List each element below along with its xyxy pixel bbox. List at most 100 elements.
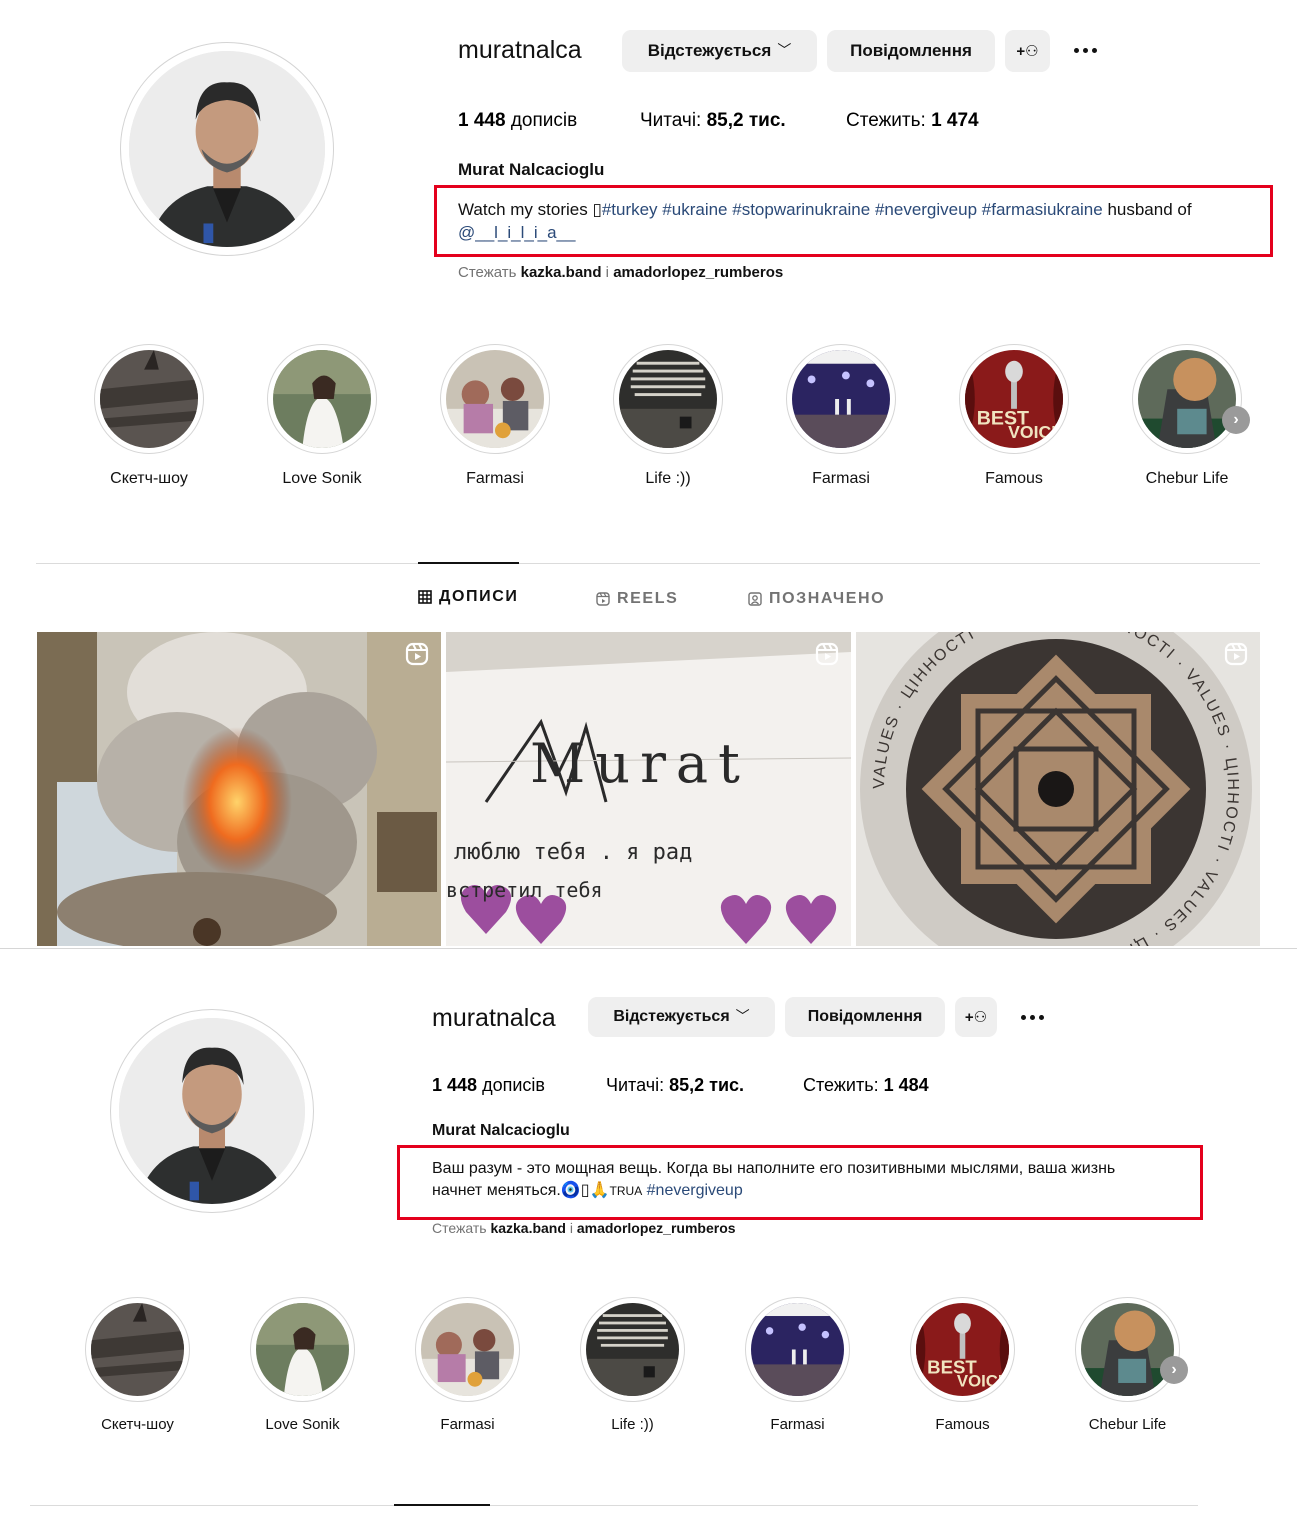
posts-stat: 1 448 дописів bbox=[458, 110, 577, 132]
tab-posts[interactable]: ДОПИСИ bbox=[418, 588, 519, 606]
profile-username: muratnalca bbox=[458, 36, 582, 64]
story-highlight[interactable]: BEST VOICE Famous bbox=[959, 344, 1069, 504]
story-highlight-label: Life :)) bbox=[645, 470, 691, 487]
more-options-button[interactable] bbox=[1074, 48, 1097, 53]
bio-text: начнет меняться. bbox=[432, 1182, 561, 1199]
hashtag-link[interactable]: #farmasiukraine bbox=[982, 200, 1103, 219]
hashtag-link[interactable]: #turkey bbox=[602, 200, 658, 219]
highlight-cover bbox=[446, 350, 544, 448]
add-user-button[interactable]: +⚇ bbox=[955, 997, 997, 1037]
story-highlight-label: Chebur Life bbox=[1145, 470, 1229, 487]
story-highlight-label: Скетч-шоу bbox=[110, 470, 188, 487]
highlight-cover bbox=[256, 1303, 349, 1396]
profile-screenshot-before: muratnalca Відстежується ﹀ Повідомлення +… bbox=[0, 0, 1297, 948]
followed-by-sep: і bbox=[605, 264, 610, 281]
mention-link[interactable]: @__l_i_l_i_a__ bbox=[458, 223, 575, 242]
following-label: Стежить: bbox=[803, 1075, 879, 1095]
person-plus-icon: +⚇ bbox=[1016, 43, 1039, 60]
add-user-button[interactable]: +⚇ bbox=[1005, 30, 1050, 72]
story-highlight-label: Farmasi bbox=[770, 1416, 825, 1433]
story-highlight-label: Farmasi bbox=[466, 470, 524, 487]
active-tab-indicator bbox=[394, 1504, 490, 1506]
message-button-label: Повідомлення bbox=[850, 41, 972, 60]
handwriting-line: встретил тебя bbox=[446, 878, 603, 902]
posts-stat: 1 448 дописів bbox=[432, 1075, 545, 1096]
tab-divider bbox=[30, 1505, 1198, 1506]
hashtag-link[interactable]: #stopwarinukraine bbox=[732, 200, 870, 219]
bio-text: husband of bbox=[1102, 200, 1192, 219]
story-highlight-label: Love Sonik bbox=[265, 1416, 340, 1433]
more-dot-icon bbox=[1083, 48, 1088, 53]
follower-link[interactable]: kazka.band bbox=[521, 264, 602, 281]
story-highlight[interactable]: Farmasi bbox=[415, 1297, 520, 1452]
message-button[interactable]: Повідомлення bbox=[785, 997, 945, 1037]
more-dot-icon bbox=[1074, 48, 1079, 53]
bio-small-text: TRUA bbox=[609, 1184, 643, 1198]
story-highlight-label: Скетч-шоу bbox=[101, 1416, 174, 1433]
profile-username: muratnalca bbox=[432, 1004, 556, 1032]
next-arrow-icon[interactable]: › bbox=[1222, 406, 1250, 434]
story-highlight[interactable]: Life :)) bbox=[580, 1297, 685, 1452]
story-highlight[interactable]: Скетч-шоу bbox=[85, 1297, 190, 1452]
following-count: 1 474 bbox=[931, 110, 979, 131]
followers-stat[interactable]: Читачі: 85,2 тис. bbox=[606, 1075, 744, 1096]
chevron-down-icon: ﹀ bbox=[777, 42, 792, 58]
story-highlight[interactable]: BEST VOICE Famous bbox=[910, 1297, 1015, 1452]
bio-text: Ваш разум - это мощная вещь. Когда вы на… bbox=[432, 1160, 1116, 1177]
svg-text:VOICE: VOICE bbox=[1008, 422, 1063, 442]
following-stat[interactable]: Стежить: 1 484 bbox=[803, 1075, 929, 1096]
tab-divider bbox=[36, 563, 1260, 564]
message-button[interactable]: Повідомлення bbox=[827, 30, 995, 72]
story-highlight[interactable]: Farmasi bbox=[745, 1297, 850, 1452]
post-thumbnail[interactable]: Murat люблю тебя . я рад встретил тебя bbox=[446, 632, 851, 946]
story-highlight[interactable]: Скетч-шоу bbox=[94, 344, 204, 504]
tab-tagged-label: ПОЗНАЧЕНО bbox=[769, 590, 886, 607]
story-highlight-label: Farmasi bbox=[812, 470, 870, 487]
following-button[interactable]: Відстежується ﹀ bbox=[622, 30, 817, 72]
profile-full-name: Murat Nalcacioglu bbox=[458, 160, 605, 179]
story-highlight[interactable]: Farmasi bbox=[440, 344, 550, 504]
story-highlight[interactable]: Love Sonik bbox=[250, 1297, 355, 1452]
followed-by-sep: і bbox=[569, 1220, 573, 1236]
story-highlight[interactable]: Life :)) bbox=[613, 344, 723, 504]
more-dot-icon bbox=[1092, 48, 1097, 53]
more-dot-icon bbox=[1021, 1015, 1026, 1020]
message-button-label: Повідомлення bbox=[807, 1008, 923, 1025]
tab-reels[interactable]: REELS bbox=[596, 590, 678, 608]
profile-bio: Watch my stories ▯#turkey #ukraine #stop… bbox=[458, 198, 1258, 244]
tab-tagged[interactable]: ПОЗНАЧЕНО bbox=[748, 590, 885, 608]
story-highlight[interactable]: Love Sonik bbox=[267, 344, 377, 504]
followers-label: Читачі: bbox=[606, 1075, 665, 1095]
values-coaster-image: VALUES · ЦІННОСТІ · VALUES · ЦІННОСТІ · … bbox=[856, 632, 1260, 946]
hashtag-link[interactable]: #nevergiveup bbox=[647, 1182, 743, 1199]
follower-link[interactable]: kazka.band bbox=[490, 1220, 565, 1236]
profile-screenshot-after: muratnalca Відстежується ﹀ Повідомлення +… bbox=[0, 950, 1297, 1525]
explosion-image bbox=[37, 632, 441, 946]
highlight-cover: BEST VOICE bbox=[916, 1303, 1009, 1396]
story-highlight[interactable]: Farmasi bbox=[786, 344, 896, 504]
follower-link[interactable]: amadorlopez_rumberos bbox=[613, 264, 783, 281]
profile-avatar[interactable] bbox=[120, 42, 334, 256]
highlight-cover bbox=[586, 1303, 679, 1396]
followers-stat[interactable]: Читачі: 85,2 тис. bbox=[640, 110, 786, 132]
hashtag-link[interactable]: #nevergiveup bbox=[875, 200, 977, 219]
more-options-button[interactable] bbox=[1021, 1015, 1044, 1020]
following-button[interactable]: Відстежується ﹀ bbox=[588, 997, 775, 1037]
story-highlight-label: Farmasi bbox=[440, 1416, 495, 1433]
post-thumbnail[interactable] bbox=[37, 632, 441, 946]
following-button-label: Відстежується bbox=[647, 41, 772, 60]
tab-posts-label: ДОПИСИ bbox=[439, 588, 519, 605]
bio-emojis: 🧿▯🙏 bbox=[560, 1182, 610, 1199]
follower-link[interactable]: amadorlopez_rumberos bbox=[577, 1220, 736, 1236]
profile-avatar[interactable] bbox=[110, 1009, 314, 1213]
posts-count: 1 448 bbox=[458, 110, 506, 131]
reels-icon bbox=[405, 642, 429, 666]
reels-icon bbox=[596, 592, 610, 606]
highlight-cover bbox=[619, 350, 717, 448]
story-highlight-label: Chebur Life bbox=[1088, 1416, 1167, 1433]
hashtag-link[interactable]: #ukraine bbox=[662, 200, 727, 219]
story-highlight-label: Life :)) bbox=[611, 1416, 654, 1433]
post-thumbnail[interactable]: VALUES · ЦІННОСТІ · VALUES · ЦІННОСТІ · … bbox=[856, 632, 1260, 946]
next-arrow-icon[interactable]: › bbox=[1160, 1356, 1188, 1384]
following-stat[interactable]: Стежить: 1 474 bbox=[846, 110, 979, 132]
